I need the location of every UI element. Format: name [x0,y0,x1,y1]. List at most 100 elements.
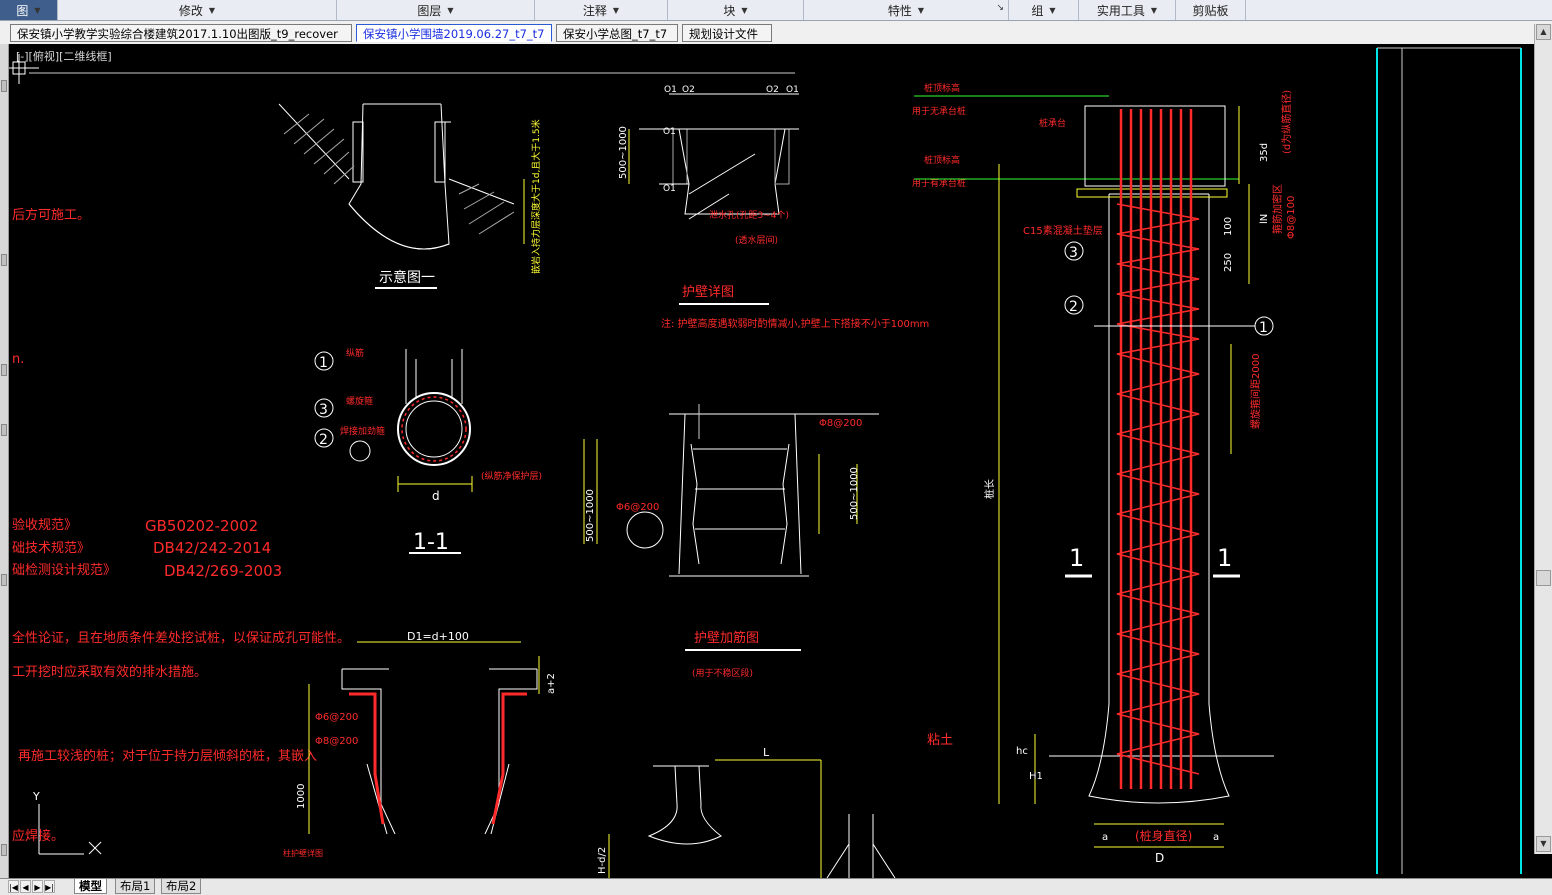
section-callouts: 1 3 2 [314,351,334,448]
code-gb: GB50202-2002 [145,517,258,535]
panel-launcher-icon[interactable]: ↘ [996,3,1004,13]
svg-text:Y: Y [32,790,40,803]
drawing-canvas[interactable]: [-][俯视][二维线框] 后方可施工。 n. 验收规范》 础技术规范》 础检测… [9,44,1552,878]
palette-button[interactable] [1,254,7,266]
o-label: O1 [663,184,676,194]
dim-hc: hc [1016,746,1028,757]
note-line: 础检测设计规范》 [12,563,116,578]
vertical-scrollbar[interactable]: ▲ ▼ [1534,24,1552,854]
dropdown-arrow-icon: ▼ [1150,5,1158,15]
prev-tab-icon[interactable]: ◀ [20,880,31,893]
section-ring [349,349,473,492]
palette-button[interactable] [1,80,7,92]
anchor: 35d [1259,143,1270,162]
code-db42-269: DB42/269-2003 [164,562,282,580]
ribbon-panel-bar: 图 ▼ 修改 ▼ 图层 ▼ 注释 ▼ 块 ▼ 特性 ▼ ↘ 组 ▼ 实用工具 ▼ 剪贴板 [0,0,1552,21]
dropdown-arrow-icon: ▼ [917,5,925,15]
palette-button[interactable] [1,424,7,436]
doc-tab-wall[interactable]: 保安镇小学围墙2019.06.27_t7_t7 [356,24,552,42]
spiral-label: 螺旋箍间距2000 [1249,354,1262,429]
code-db42-242: DB42/242-2014 [153,539,271,557]
schematic-one [278,103,515,250]
o-label: O1 [664,85,677,95]
pile-dims [998,106,1250,848]
ribbon-panel-group[interactable]: 组 ▼ [1009,0,1079,20]
doc-tab-school-building[interactable]: 保安镇小学教学实验综合楼建筑2017.1.10出图版_t9_recover [10,24,352,42]
doc-tab-planning[interactable]: 规划设计文件 [682,24,772,42]
spiral-stirrup [1116,203,1200,775]
first-tab-icon[interactable]: |◀ [8,880,19,893]
o-labels: O1 O2 O2 O1 O1 O1 [663,85,799,194]
layout-tab-bar: |◀ ◀ ▶ ▶| 模型 布局1 布局2 [0,878,1552,895]
ribbon-panel-utilities[interactable]: 实用工具 ▼ [1079,0,1176,20]
cap-rebar [349,692,527,825]
scroll-thumb[interactable] [1536,570,1551,586]
seepage-note: (透水层间) [735,234,778,246]
callout-1b: 1 [1259,320,1268,336]
scroll-down-icon[interactable]: ▼ [1536,836,1551,852]
scroll-up-icon[interactable]: ▲ [1536,24,1551,40]
callout-2: 2 [319,432,328,448]
ucs-corner-marker [9,54,39,84]
last-tab-icon[interactable]: ▶| [44,880,55,893]
tab-layout2[interactable]: 布局2 [161,879,202,894]
stirrup-zone: 箍筋加密区 [1271,184,1284,234]
ribbon-panel-draw[interactable]: 图 ▼ [0,0,58,20]
o-label: O2 [682,85,695,95]
ribbon-panel-block[interactable]: 块 ▼ [668,0,804,20]
top-elev-2: 桩顶标高 [924,154,960,166]
next-tab-icon[interactable]: ▶ [32,880,43,893]
panel-label: 注释 [582,3,607,18]
wall-strengthen [626,404,879,577]
wall-note: 注: 护壁高度遇软弱时酌情减小,护壁上下搭接不小于100mm [661,317,929,330]
panel-label: 块 [723,3,736,18]
strengthen-dims [583,439,858,544]
panel-label: 特性 [887,3,912,18]
panel-label: 剪贴板 [1192,3,1229,18]
pile-cap: 桩承台 [1039,117,1066,129]
o-label: O1 [663,127,676,137]
phi6-200b: Φ6@200 [315,712,358,723]
range-1: 500~1000 [585,489,596,542]
palette-button[interactable] [1,574,7,586]
callout-1: 1 [319,355,328,371]
ribbon-panel-modify[interactable]: 修改 ▼ [58,0,337,20]
title-section-11: 1-1 [413,530,449,555]
ring-label: 螺旋箍 [346,395,373,407]
callout-3b: 3 [1069,245,1078,261]
cad-drawing: 后方可施工。 n. 验收规范》 础技术规范》 础检测设计规范》 全性论证，且在地… [9,47,1522,878]
ring-label: 焊接加劲箍 [340,425,385,437]
c15-layer: C15素混凝土垫层 [1023,224,1103,237]
anchor-note: (d为纵筋直径) [1280,90,1293,154]
tab-model[interactable]: 模型 [74,879,107,894]
ribbon-panel-layers[interactable]: 图层 ▼ [337,0,535,20]
left-palette-strip [0,44,9,878]
doc-tab-site-plan[interactable]: 保安小学总图_t7_t7 [556,24,678,42]
section-mark-left: 1 [1069,544,1084,572]
tab-layout1[interactable]: 布局1 [115,879,156,894]
pile-callouts: 3 2 1 [1064,241,1274,336]
ribbon-panel-properties[interactable]: 特性 ▼ ↘ [804,0,1009,20]
dim-250: 250 [1223,253,1234,272]
ribbon-panel-annotation[interactable]: 注释 ▼ [535,0,668,20]
depth-note: 嵌岩入持力层深度大于1d,且大于1.5米 [530,119,542,274]
o-label: O1 [786,85,799,95]
panel-label: 实用工具 [1096,3,1145,18]
palette-button[interactable] [1,364,7,376]
note-line: 工开挖时应采取有效的排水措施。 [12,664,207,680]
dim-1000: 1000 [296,784,307,809]
o-label: O2 [766,85,779,95]
palette-button[interactable] [1,844,7,856]
dropdown-arrow-icon: ▼ [208,5,216,15]
water-hole: 泄水孔(孔距3~4个) [709,209,789,221]
l-detail [608,759,896,878]
wall-detail [639,93,799,220]
left-notes: 后方可施工。 n. 验收规范》 础技术规范》 础检测设计规范》 全性论证，且在地… [12,207,350,844]
ribbon-panel-clipboard[interactable]: 剪贴板 [1176,0,1246,20]
no-cap: 用于无承台桩 [912,105,966,117]
ln: lN [1259,214,1270,224]
dim-a1: a [1102,832,1108,843]
note-line: 后方可施工。 [12,207,90,223]
panel-label: 修改 [178,3,203,18]
frame-lines [1376,48,1522,874]
